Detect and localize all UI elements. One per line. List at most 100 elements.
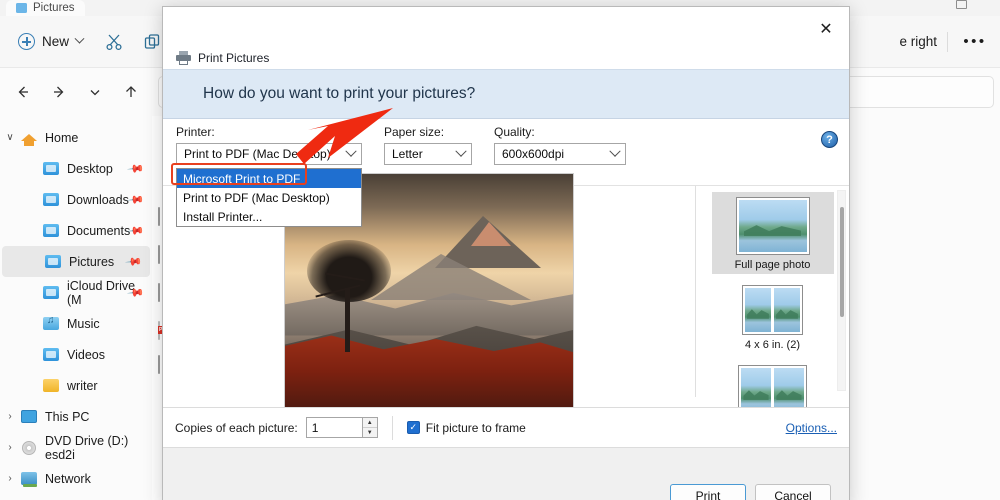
footer-divider	[391, 415, 393, 440]
stepper-up-icon[interactable]: ▲	[363, 418, 377, 427]
sidebar-item-label: Network	[45, 471, 91, 486]
copies-stepper[interactable]: 1 ▲ ▼	[305, 417, 378, 438]
folder-blue-icon	[42, 162, 60, 175]
recent-locations-button[interactable]	[78, 76, 112, 108]
sidebar-item-label: Videos	[67, 347, 105, 362]
sidebar-item-icloud-drive[interactable]: iCloud Drive (M 📌	[0, 277, 152, 308]
navigation-sidebar[interactable]: ∨ Home Desktop 📌 Downloads 📌 Documents 📌…	[0, 116, 152, 500]
more-options-button[interactable]: •••	[958, 26, 992, 58]
printer-value: Print to PDF (Mac Desktop)	[184, 147, 331, 161]
tree-trunk	[345, 287, 350, 352]
sidebar-item-home[interactable]: ∨ Home	[0, 122, 152, 153]
print-pictures-dialog: ✕ Print Pictures How do you want to prin…	[162, 6, 850, 500]
sidebar-item-videos[interactable]: Videos	[0, 339, 152, 370]
stepper-down-icon[interactable]: ▼	[362, 427, 377, 437]
dialog-title-bar: ✕ Print Pictures	[163, 7, 849, 69]
printer-option-microsoft-print-to-pdf[interactable]: Microsoft Print to PDF	[177, 169, 361, 188]
chevron-right-icon[interactable]: ›	[0, 442, 20, 453]
fit-picture-checkbox[interactable]: ✓	[406, 421, 420, 434]
sidebar-item-label: writer	[67, 378, 98, 393]
pc-icon	[20, 410, 38, 423]
layout-scrollbar[interactable]	[837, 190, 846, 391]
layout-4x6[interactable]: 4 x 6 in. (2)	[712, 280, 834, 354]
paper-size-select[interactable]: Letter	[384, 143, 472, 165]
toolbar-divider	[947, 31, 948, 52]
sidebar-item-label: Home	[45, 130, 79, 145]
chevron-down-icon[interactable]: ∨	[0, 132, 20, 143]
sidebar-item-label: DVD Drive (D:) esd2i	[45, 433, 129, 462]
close-icon[interactable]: ✕	[811, 17, 841, 41]
dialog-app-title: Print Pictures	[176, 51, 269, 65]
file-document-icon	[158, 283, 160, 302]
file-document-icon	[158, 245, 160, 264]
layout-list[interactable]: Full page photo 4 x 6 in. (2) 5 x 7 in. …	[695, 185, 849, 433]
cut-button[interactable]	[97, 26, 131, 58]
mountain-peak-lit	[471, 221, 511, 246]
chevron-down-icon	[90, 90, 100, 96]
sidebar-item-music[interactable]: Music	[0, 308, 152, 339]
printer-dropdown-list[interactable]: Microsoft Print to PDF Print to PDF (Mac…	[176, 168, 362, 227]
back-button[interactable]	[6, 76, 40, 108]
up-button[interactable]	[114, 76, 148, 108]
foreground-vegetation	[285, 335, 573, 410]
sidebar-item-label: This PC	[45, 409, 90, 424]
sidebar-item-label: Music	[67, 316, 100, 331]
sidebar-item-writer[interactable]: writer	[0, 370, 152, 401]
options-link[interactable]: Options...	[786, 421, 837, 435]
stepper-buttons[interactable]: ▲ ▼	[361, 417, 378, 438]
ellipsis-icon: •••	[963, 33, 987, 50]
layout-thumbnail	[735, 197, 810, 255]
printer-option-print-to-pdf-mac-desktop[interactable]: Print to PDF (Mac Desktop)	[177, 188, 361, 207]
sidebar-item-label: Desktop	[67, 161, 113, 176]
home-icon	[20, 134, 38, 146]
network-icon	[20, 472, 38, 487]
sidebar-item-desktop[interactable]: Desktop 📌	[0, 153, 152, 184]
sidebar-item-network[interactable]: › Network	[0, 463, 152, 494]
printer-select[interactable]: Print to PDF (Mac Desktop)	[176, 143, 362, 165]
fit-picture-label: Fit picture to frame	[425, 420, 526, 435]
sidebar-item-pictures[interactable]: Pictures 📌	[2, 246, 150, 277]
sidebar-item-dvd-drive[interactable]: › DVD Drive (D:) esd2i	[0, 432, 152, 463]
chevron-down-icon	[74, 33, 85, 44]
scrollbar-thumb[interactable]	[840, 207, 844, 317]
option-label: Install Printer...	[183, 209, 263, 224]
help-icon[interactable]: ?	[821, 131, 838, 148]
printer-label: Printer:	[176, 125, 215, 139]
settings-fields: Printer: Print to PDF (Mac Desktop) Pape…	[176, 125, 626, 165]
chevron-down-icon	[345, 145, 357, 157]
layout-thumbnail	[742, 285, 803, 335]
folder-blue-icon	[42, 348, 60, 361]
forward-button[interactable]	[42, 76, 76, 108]
folder-yellow-icon	[42, 379, 60, 392]
printer-field: Printer: Print to PDF (Mac Desktop)	[176, 125, 362, 165]
new-button-label: New	[42, 34, 70, 49]
copy-icon	[144, 33, 160, 49]
file-document-icon	[158, 207, 160, 226]
pin-icon: 📌	[126, 159, 145, 178]
printer-icon	[176, 51, 191, 65]
option-label: Microsoft Print to PDF	[183, 171, 301, 186]
copies-input[interactable]: 1	[305, 417, 362, 438]
file-pdf-icon	[158, 321, 160, 340]
chevron-right-icon[interactable]: ›	[0, 473, 20, 484]
chevron-right-icon[interactable]: ›	[0, 411, 20, 422]
layout-full-page-photo[interactable]: Full page photo	[711, 192, 834, 274]
sidebar-item-documents[interactable]: Documents 📌	[0, 215, 152, 246]
paper-size-label: Paper size:	[384, 125, 445, 139]
printer-option-install-printer[interactable]: Install Printer...	[177, 207, 361, 226]
layout-label: 4 x 6 in. (2)	[744, 339, 801, 351]
sidebar-item-this-pc[interactable]: › This PC	[0, 401, 152, 432]
dialog-body: Printer: Print to PDF (Mac Desktop) Pape…	[163, 119, 849, 437]
quality-label: Quality:	[494, 125, 535, 139]
print-button[interactable]: Print	[670, 484, 746, 500]
tab-pictures[interactable]: Pictures	[6, 0, 85, 16]
folder-icon	[16, 3, 27, 13]
quality-select[interactable]: 600x600dpi	[494, 143, 626, 165]
new-button[interactable]: New	[8, 26, 93, 58]
sidebar-item-downloads[interactable]: Downloads 📌	[0, 184, 152, 215]
cancel-button[interactable]: Cancel	[755, 484, 831, 500]
quality-field: Quality: 600x600dpi	[494, 125, 626, 165]
maximize-button[interactable]	[956, 0, 967, 9]
sidebar-item-label: Pictures	[69, 254, 115, 269]
mountain-ridge	[371, 253, 531, 300]
